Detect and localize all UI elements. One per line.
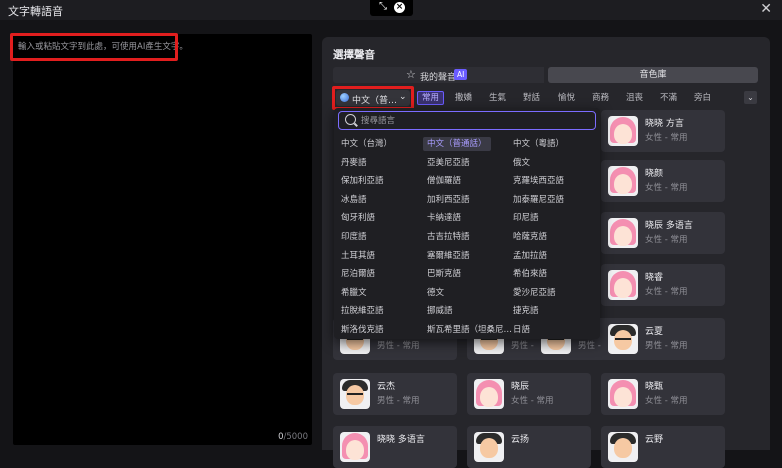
language-option[interactable]: 中文（台灣） <box>341 137 392 151</box>
chip-narration[interactable]: 旁白 <box>694 92 711 104</box>
avatar <box>474 432 504 462</box>
chip-business[interactable]: 商務 <box>592 92 609 104</box>
avatar <box>608 116 638 146</box>
highlight-box <box>10 33 178 61</box>
language-option[interactable]: 捷克語 <box>513 304 539 318</box>
avatar <box>608 166 638 196</box>
language-option[interactable]: 愛沙尼亞語 <box>513 286 556 300</box>
avatar <box>608 270 638 300</box>
language-option[interactable]: 挪威語 <box>427 304 453 318</box>
text-input-area[interactable] <box>13 34 312 445</box>
avatar <box>340 432 370 462</box>
chip-angry[interactable]: 生氣 <box>489 92 506 104</box>
language-option[interactable]: 哈薩克語 <box>513 230 547 244</box>
voice-card[interactable]: 云夏 男性 - 常用 <box>601 318 725 360</box>
language-option[interactable]: 印尼語 <box>513 211 539 225</box>
tab-my-voices[interactable]: ☆ 我的聲音 AI <box>333 67 544 83</box>
language-search-input[interactable] <box>361 114 581 127</box>
ai-badge: AI <box>454 69 468 80</box>
avatar <box>340 379 370 409</box>
close-icon[interactable]: ✕ <box>760 1 772 17</box>
language-option[interactable]: 斯瓦希里語（坦桑尼… <box>427 323 512 337</box>
chip-depressed[interactable]: 沮喪 <box>626 92 643 104</box>
expand-chips-button[interactable]: ⌄ <box>744 91 757 104</box>
language-option[interactable]: 加泰羅尼亞語 <box>513 193 564 207</box>
language-option[interactable]: 亞美尼亞語 <box>427 156 470 170</box>
language-option[interactable]: 希伯來語 <box>513 267 547 281</box>
language-option[interactable]: 卡納達語 <box>427 211 461 225</box>
language-option[interactable]: 克羅埃西亞語 <box>513 174 564 188</box>
language-option[interactable]: 匈牙利語 <box>341 211 375 225</box>
voice-card[interactable]: 晓晓 多语言 <box>333 426 457 468</box>
panel-title: 選擇聲音 <box>333 49 375 61</box>
language-option[interactable]: 希臘文 <box>341 286 367 300</box>
language-option[interactable]: 尼泊爾語 <box>341 267 375 281</box>
language-option[interactable]: 冰島語 <box>341 193 367 207</box>
voice-card[interactable]: 晓甄 女性 - 常用 <box>601 373 725 415</box>
chip-common[interactable]: 常用 <box>417 91 445 105</box>
avatar <box>608 432 638 462</box>
voice-card[interactable]: 晓颜 女性 - 常用 <box>601 160 725 202</box>
stop-icon[interactable]: × <box>394 2 405 13</box>
voice-card[interactable]: 晓晓 方言 女性 - 常用 <box>601 110 725 152</box>
language-option[interactable]: 土耳其語 <box>341 249 375 263</box>
char-counter: 0/5000 <box>278 432 308 442</box>
collapse-icon[interactable]: ⤡ <box>379 1 387 12</box>
chip-dialogue[interactable]: 對話 <box>523 92 540 104</box>
language-option[interactable]: 中文（粵語） <box>513 137 564 151</box>
language-option[interactable]: 丹麥語 <box>341 156 367 170</box>
language-option[interactable]: 古吉拉特語 <box>427 230 470 244</box>
voice-card[interactable]: 晓睿 女性 - 常用 <box>601 264 725 306</box>
avatar <box>474 379 504 409</box>
avatar <box>608 324 638 354</box>
language-option[interactable]: 拉脫維亞語 <box>341 304 384 318</box>
chip-coquettish[interactable]: 撒嬌 <box>455 92 472 104</box>
language-option[interactable]: 中文（普通話） <box>423 137 491 151</box>
voice-card[interactable]: 云扬 <box>467 426 591 468</box>
tab-voice-library[interactable]: 音色庫 <box>548 67 758 83</box>
chip-cheerful[interactable]: 愉悅 <box>558 92 575 104</box>
language-option[interactable]: 加利西亞語 <box>427 193 470 207</box>
voice-card[interactable]: 云野 <box>601 426 725 468</box>
language-option[interactable]: 僧伽羅語 <box>427 174 461 188</box>
voice-card[interactable]: 云杰 男性 - 常用 <box>333 373 457 415</box>
chip-dissatisfied[interactable]: 不滿 <box>660 92 677 104</box>
highlight-box <box>332 86 414 110</box>
language-option[interactable]: 保加利亞語 <box>341 174 384 188</box>
language-option[interactable]: 巴斯克語 <box>427 267 461 281</box>
recording-toolbar: ⤡ × <box>370 0 413 16</box>
language-option[interactable]: 日語 <box>513 323 530 337</box>
search-icon <box>345 114 356 125</box>
avatar <box>608 218 638 248</box>
language-option[interactable]: 孟加拉語 <box>513 249 547 263</box>
voice-card[interactable]: 晓辰 女性 - 常用 <box>467 373 591 415</box>
voice-card[interactable]: 晓辰 多语言 女性 - 常用 <box>601 212 725 254</box>
language-option[interactable]: 塞爾維亞語 <box>427 249 470 263</box>
window-title: 文字轉語音 <box>8 5 63 18</box>
language-option[interactable]: 斯洛伐克語 <box>341 323 384 337</box>
avatar <box>608 379 638 409</box>
star-icon: ☆ <box>406 68 416 81</box>
language-option[interactable]: 俄文 <box>513 156 530 170</box>
language-option[interactable]: 德文 <box>427 286 444 300</box>
language-search[interactable] <box>338 111 596 130</box>
language-option[interactable]: 印度語 <box>341 230 367 244</box>
